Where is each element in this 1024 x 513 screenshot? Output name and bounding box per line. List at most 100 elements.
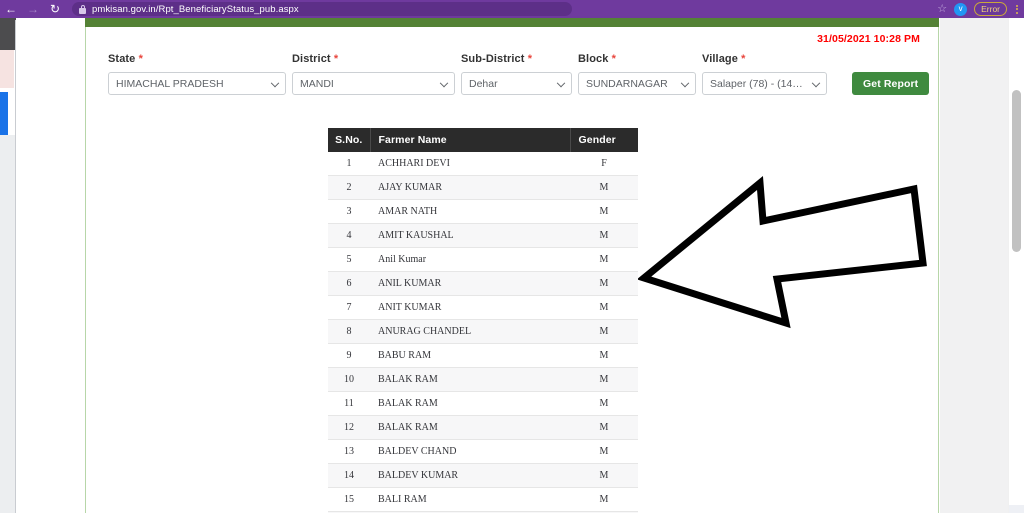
cell-sno: 5 bbox=[328, 247, 370, 272]
table-row: 6 ANIL KUMAR M bbox=[328, 271, 638, 296]
cell-farmer-name: AMAR NATH bbox=[370, 199, 570, 224]
select-district[interactable]: MANDI bbox=[292, 72, 455, 95]
required-marker-village: * bbox=[741, 53, 746, 65]
forward-arrow-icon[interactable]: → bbox=[22, 0, 44, 18]
select-state[interactable]: HIMACHAL PRADESH bbox=[108, 72, 286, 95]
address-bar[interactable]: pmkisan.gov.in/Rpt_BeneficiaryStatus_pub… bbox=[72, 2, 572, 16]
required-marker-district: * bbox=[333, 53, 339, 65]
cell-gender: M bbox=[570, 439, 638, 464]
select-state-value: HIMACHAL PRADESH bbox=[116, 77, 224, 90]
table-row: 7 ANIT KUMAR M bbox=[328, 295, 638, 320]
kebab-menu-icon[interactable] bbox=[1014, 4, 1020, 14]
table-row: 12 BALAK RAM M bbox=[328, 415, 638, 440]
chevron-down-icon bbox=[441, 81, 448, 85]
table-row: 14 BALDEV KUMAR M bbox=[328, 463, 638, 488]
filter-group-block: Block * SUNDARNAGAR bbox=[578, 53, 696, 95]
cell-gender: M bbox=[570, 343, 638, 368]
back-arrow-icon[interactable]: ← bbox=[0, 0, 22, 18]
column-header-farmer-name: Farmer Name bbox=[370, 128, 571, 152]
cell-farmer-name: BALAK RAM bbox=[370, 391, 570, 416]
background-pink-panel bbox=[0, 50, 14, 88]
table-head: S.No. Farmer Name Gender bbox=[328, 128, 638, 152]
cell-farmer-name: BALDEV CHAND bbox=[370, 439, 570, 464]
required-marker-state: * bbox=[138, 53, 143, 65]
cell-farmer-name: BALAK RAM bbox=[370, 415, 570, 440]
cell-sno: 3 bbox=[328, 199, 370, 224]
scrollbar-thumb[interactable] bbox=[1012, 90, 1021, 252]
table-header-row: S.No. Farmer Name Gender bbox=[328, 128, 638, 152]
screenshot-root: ← → ↻ pmkisan.gov.in/Rpt_BeneficiaryStat… bbox=[0, 0, 1024, 513]
cell-gender: M bbox=[570, 223, 638, 248]
select-block[interactable]: SUNDARNAGAR bbox=[578, 72, 696, 95]
cell-sno: 6 bbox=[328, 271, 370, 296]
cell-sno: 10 bbox=[328, 367, 370, 392]
label-district-text: District bbox=[292, 53, 331, 65]
select-village[interactable]: Salaper (78) - (14290) bbox=[702, 72, 827, 95]
label-sub-district-text: Sub-District bbox=[461, 53, 525, 65]
beneficiary-results-table: S.No. Farmer Name Gender 1 ACHHARI DEVI F 2… bbox=[328, 128, 638, 513]
cell-gender: M bbox=[570, 415, 638, 440]
label-village-text: Village bbox=[702, 53, 738, 65]
site-content-container: 31/05/2021 10:28 PM State * HIMACHAL PRA… bbox=[85, 18, 939, 513]
cell-sno: 9 bbox=[328, 343, 370, 368]
site-green-topbar bbox=[85, 18, 939, 27]
profile-avatar[interactable]: v bbox=[954, 2, 968, 16]
cell-gender: M bbox=[570, 391, 638, 416]
error-badge[interactable]: Error bbox=[974, 1, 1007, 17]
page-body: 31/05/2021 10:28 PM State * HIMACHAL PRA… bbox=[18, 18, 1008, 513]
cell-farmer-name: BABU RAM bbox=[370, 343, 570, 368]
label-block: Block * bbox=[578, 53, 696, 65]
cell-gender: M bbox=[570, 295, 638, 320]
label-state: State * bbox=[108, 53, 286, 65]
cell-farmer-name: AJAY KUMAR bbox=[370, 175, 570, 200]
table-row: 9 BABU RAM M bbox=[328, 343, 638, 368]
table-row: 15 BALI RAM M bbox=[328, 487, 638, 512]
label-block-text: Block bbox=[578, 53, 609, 65]
cell-gender: M bbox=[570, 487, 638, 512]
column-header-gender: Gender bbox=[570, 128, 638, 152]
url-text: pmkisan.gov.in/Rpt_BeneficiaryStatus_pub… bbox=[92, 3, 299, 15]
cell-farmer-name: ANURAG CHANDEL bbox=[370, 319, 570, 344]
table-body: 1 ACHHARI DEVI F 2 AJAY KUMAR M 3 AMAR NATH M 4 AM… bbox=[328, 152, 638, 513]
chevron-down-icon bbox=[272, 81, 279, 85]
reload-icon[interactable]: ↻ bbox=[44, 0, 66, 18]
cell-gender: M bbox=[570, 199, 638, 224]
table-row: 4 AMIT KAUSHAL M bbox=[328, 223, 638, 248]
select-sub-district[interactable]: Dehar bbox=[461, 72, 572, 95]
toolbar-right-group: ☆ v Error bbox=[937, 1, 1024, 17]
cell-farmer-name: ANIT KUMAR bbox=[370, 295, 570, 320]
select-sub-district-value: Dehar bbox=[469, 77, 498, 90]
select-district-value: MANDI bbox=[300, 77, 334, 90]
cell-farmer-name: BALAK RAM bbox=[370, 367, 570, 392]
label-sub-district: Sub-District * bbox=[461, 53, 572, 65]
report-timestamp: 31/05/2021 10:28 PM bbox=[817, 33, 920, 45]
cell-gender: M bbox=[570, 271, 638, 296]
filter-group-village: Village * Salaper (78) - (14290) bbox=[702, 53, 827, 95]
background-blue-panel bbox=[0, 92, 8, 135]
window-edge-divider bbox=[15, 20, 16, 513]
get-report-button[interactable]: Get Report bbox=[852, 72, 930, 95]
table-row: 3 AMAR NATH M bbox=[328, 199, 638, 224]
cell-sno: 15 bbox=[328, 487, 370, 512]
select-block-value: SUNDARNAGAR bbox=[586, 77, 668, 90]
cell-sno: 4 bbox=[328, 223, 370, 248]
bookmark-star-icon[interactable]: ☆ bbox=[937, 3, 947, 15]
page-side-fill bbox=[940, 18, 1008, 513]
table-row: 11 BALAK RAM M bbox=[328, 391, 638, 416]
table-row: 1 ACHHARI DEVI F bbox=[328, 152, 638, 176]
filter-group-district: District * MANDI bbox=[292, 53, 455, 95]
table-row: 5 Anil Kumar M bbox=[328, 247, 638, 272]
required-marker-sub-district: * bbox=[527, 53, 533, 65]
cell-sno: 12 bbox=[328, 415, 370, 440]
cell-sno: 7 bbox=[328, 295, 370, 320]
label-state-text: State bbox=[108, 53, 136, 65]
cell-sno: 2 bbox=[328, 175, 370, 200]
cell-gender: M bbox=[570, 247, 638, 272]
cell-gender: M bbox=[570, 319, 638, 344]
column-header-sno: S.No. bbox=[328, 128, 371, 152]
cell-gender: M bbox=[570, 175, 638, 200]
table-row: 2 AJAY KUMAR M bbox=[328, 175, 638, 200]
vertical-scrollbar[interactable] bbox=[1008, 18, 1024, 513]
filter-group-state: State * HIMACHAL PRADESH bbox=[108, 53, 286, 95]
required-marker-block: * bbox=[611, 53, 617, 65]
